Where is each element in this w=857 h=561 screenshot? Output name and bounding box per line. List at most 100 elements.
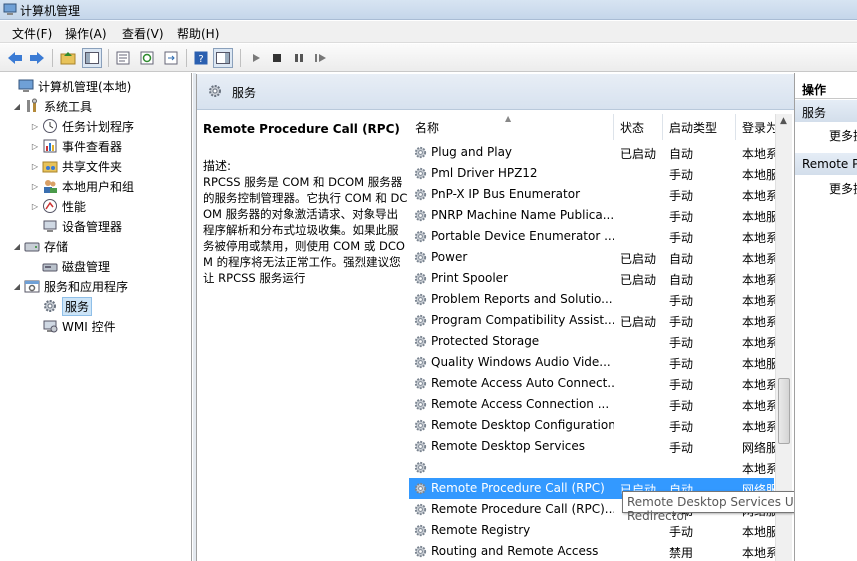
more-actions-link[interactable]: 更多操 <box>829 127 857 144</box>
service-startup-type: 手动 <box>669 315 694 329</box>
menu-help[interactable]: 帮助(H) <box>177 25 219 42</box>
tree-item-storage[interactable]: ◢ 存储 <box>12 236 68 256</box>
wmi-icon <box>43 320 58 333</box>
export-list-icon[interactable] <box>161 48 181 68</box>
table-row[interactable]: Protected Storage 手动 本地系 <box>409 331 778 352</box>
service-name: PnP-X IP Bus Enumerator <box>431 187 580 201</box>
window-title: 计算机管理 <box>20 4 81 18</box>
service-startup-type: 手动 <box>669 336 694 350</box>
forward-icon[interactable] <box>27 48 47 68</box>
show-action-pane-icon[interactable] <box>213 48 233 68</box>
service-name: Remote Desktop Configuration <box>431 418 614 432</box>
service-gear-icon <box>413 250 428 265</box>
menu-action[interactable]: 操作(A) <box>65 25 107 42</box>
expand-arrow-icon[interactable]: ▷ <box>30 142 40 151</box>
table-row[interactable]: Remote Registry 手动 本地服 <box>409 520 778 541</box>
scrollbar-thumb[interactable] <box>778 378 790 444</box>
table-row[interactable]: Problem Reports and Solutio... 手动 本地系 <box>409 289 778 310</box>
collapse-arrow-icon[interactable]: ◢ <box>12 242 22 251</box>
tree-item-local-users[interactable]: ▷ 本地用户和组 <box>30 176 134 196</box>
refresh-icon[interactable] <box>137 48 157 68</box>
service-startup-type: 禁用 <box>669 546 694 560</box>
up-folder-icon[interactable] <box>58 48 78 68</box>
tree-item-shared-folders[interactable]: ▷ 共享文件夹 <box>30 156 122 176</box>
expand-arrow-icon[interactable]: ▷ <box>30 162 40 171</box>
help-icon[interactable]: ? <box>191 48 211 68</box>
shared-folder-icon <box>42 161 58 173</box>
service-startup-type: 手动 <box>669 357 694 371</box>
tree-item-task-scheduler[interactable]: ▷ 任务计划程序 <box>30 116 134 136</box>
column-header-startup-type[interactable]: 启动类型 <box>663 114 736 140</box>
expand-arrow-icon[interactable]: ▷ <box>30 122 40 131</box>
service-gear-icon <box>413 292 428 307</box>
service-name: Remote Access Connection ... <box>431 397 610 411</box>
table-row[interactable]: PnP-X IP Bus Enumerator 手动 本地系 <box>409 184 778 205</box>
table-row[interactable]: Print Spooler 已启动 自动 本地系 <box>409 268 778 289</box>
scroll-up-icon[interactable]: ▲ <box>780 116 787 126</box>
service-name: Power <box>431 250 468 264</box>
tree-item-performance[interactable]: ▷ 性能 <box>30 196 86 216</box>
pane-title: 服务 <box>232 86 257 100</box>
service-startup-type: 手动 <box>669 168 694 182</box>
start-service-icon[interactable] <box>246 48 266 68</box>
table-row[interactable]: Remote Desktop Services 手动 网络服 <box>409 436 778 457</box>
table-row[interactable]: Routing and Remote Access 禁用 本地系 <box>409 541 778 561</box>
service-name: Remote Registry <box>431 523 531 537</box>
table-row[interactable]: Power 已启动 自动 本地系 <box>409 247 778 268</box>
table-row[interactable]: Plug and Play 已启动 自动 本地系 <box>409 142 778 163</box>
tree-item-root[interactable]: 计算机管理(本地) <box>6 76 131 96</box>
disk-icon <box>42 263 58 272</box>
actions-group-services[interactable]: 服务 <box>795 100 857 122</box>
service-gear-icon <box>413 145 428 160</box>
restart-service-icon[interactable] <box>311 48 331 68</box>
service-name: Protected Storage <box>431 334 540 348</box>
description-text: RPCSS 服务是 COM 和 DCOM 服务器的服务控制管理器。它执行 COM… <box>203 175 408 285</box>
menu-view[interactable]: 查看(V) <box>122 25 164 42</box>
service-startup-type: 手动 <box>669 378 694 392</box>
tree-item-services-apps[interactable]: ◢ 服务和应用程序 <box>12 276 128 296</box>
tree-item-disk-management[interactable]: 磁盘管理 <box>30 256 110 276</box>
service-name: PNRP Machine Name Publica... <box>431 208 614 222</box>
tree-item-event-viewer[interactable]: ▷ 事件查看器 <box>30 136 122 156</box>
table-row[interactable]: Portable Device Enumerator ... 手动 本地系 <box>409 226 778 247</box>
service-gear-icon <box>413 523 428 538</box>
properties-icon[interactable] <box>113 48 133 68</box>
table-row[interactable]: Remote Access Connection ... 手动 本地系 <box>409 394 778 415</box>
service-startup-type: 自动 <box>669 273 694 287</box>
stop-service-icon[interactable] <box>267 48 287 68</box>
service-status: 已启动 <box>620 273 657 287</box>
tree-item-system-tools[interactable]: ◢ 系统工具 <box>12 96 92 116</box>
menu-file[interactable]: 文件(F) <box>12 25 52 42</box>
service-gear-icon <box>413 544 428 559</box>
service-gear-icon <box>413 313 428 328</box>
table-row[interactable]: Quality Windows Audio Vide... 手动 本地服 <box>409 352 778 373</box>
expand-arrow-icon[interactable]: ▷ <box>30 202 40 211</box>
tree-item-wmi[interactable]: WMI 控件 <box>30 316 116 336</box>
expand-arrow-icon[interactable]: ▷ <box>30 182 40 191</box>
service-gear-icon <box>413 187 428 202</box>
service-gear-icon <box>413 208 428 223</box>
column-header-status[interactable]: 状态 <box>614 114 663 140</box>
table-row[interactable]: Program Compatibility Assist... 已启动 手动 本地系 <box>409 310 778 331</box>
table-row[interactable]: Remote Desktop Configuration 手动 本地系 <box>409 415 778 436</box>
tree-item-device-manager[interactable]: 设备管理器 <box>30 216 122 236</box>
table-row[interactable]: 本地系 <box>409 457 778 478</box>
back-icon[interactable] <box>5 48 25 68</box>
service-startup-type: 手动 <box>669 189 694 203</box>
collapse-arrow-icon[interactable]: ◢ <box>12 282 22 291</box>
service-description: Remote Procedure Call (RPC) 描述: RPCSS 服务… <box>203 122 408 286</box>
table-row[interactable]: Pml Driver HPZ12 手动 本地服 <box>409 163 778 184</box>
show-hide-tree-icon[interactable] <box>82 48 102 68</box>
pause-service-icon[interactable] <box>289 48 309 68</box>
gear-icon <box>44 300 56 312</box>
tree-item-services[interactable]: 服务 <box>30 296 93 316</box>
table-row[interactable]: PNRP Machine Name Publica... 手动 本地服 <box>409 205 778 226</box>
collapse-arrow-icon[interactable]: ◢ <box>12 102 22 111</box>
service-gear-icon <box>413 460 428 475</box>
pane-header: 服务 <box>197 74 794 110</box>
actions-group-selected-service[interactable]: Remote P <box>795 153 857 175</box>
column-header-name[interactable]: ▲ 名称 <box>409 114 614 140</box>
more-actions-link[interactable]: 更多操 <box>829 180 857 197</box>
sort-ascending-icon: ▲ <box>505 114 512 123</box>
table-row[interactable]: Remote Access Auto Connect... 手动 本地系 <box>409 373 778 394</box>
